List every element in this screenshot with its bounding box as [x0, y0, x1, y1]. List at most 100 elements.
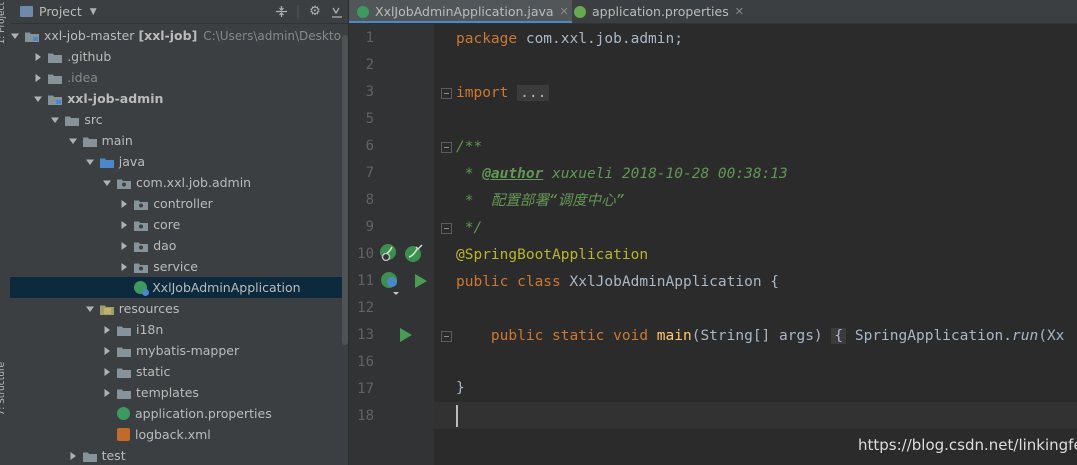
collapsed-arrow-icon[interactable] — [102, 346, 112, 356]
tree-item[interactable]: XxlJobAdminApplication — [10, 277, 348, 298]
tree-item-label: XxlJobAdminApplication — [152, 280, 301, 295]
spring-bean-icon[interactable] — [379, 243, 399, 263]
gear-icon[interactable]: ⚙ — [304, 0, 326, 23]
project-tree-scrollbar[interactable] — [342, 25, 348, 465]
collapse-all-icon[interactable] — [270, 0, 292, 23]
tree-item-label: logback.xml — [135, 427, 211, 442]
line-number: 6 — [365, 138, 374, 154]
collapsed-arrow-icon[interactable] — [33, 73, 43, 83]
tree-item-label: test — [101, 448, 126, 463]
tree-item[interactable]: service — [10, 256, 348, 277]
collapsed-arrow-icon[interactable] — [33, 52, 43, 62]
collapsed-arrow-icon[interactable] — [102, 325, 112, 335]
source-folder-icon — [99, 156, 114, 168]
project-panel: Project ▼ | ⚙ xxl-job-master [xxl-job] C:\… — [10, 0, 348, 465]
tree-item[interactable]: controller — [10, 193, 348, 214]
folded-method-body[interactable]: { — [831, 328, 847, 344]
collapsed-arrow-icon[interactable] — [119, 199, 129, 209]
run-icon[interactable] — [399, 327, 413, 343]
text-caret — [456, 405, 458, 427]
resources-folder-icon — [99, 303, 114, 315]
tree-item[interactable]: main — [10, 130, 348, 151]
tree-item[interactable]: dao — [10, 235, 348, 256]
collapsed-arrow-icon[interactable] — [119, 241, 129, 251]
xml-file-icon — [117, 428, 130, 441]
tree-item-label: controller — [153, 196, 213, 211]
expanded-arrow-icon[interactable] — [85, 304, 95, 314]
tree-item[interactable]: src — [10, 109, 348, 130]
spring-context-icon[interactable] — [379, 270, 403, 296]
run-icon[interactable] — [414, 273, 428, 289]
collapsed-arrow-icon[interactable] — [102, 388, 112, 398]
tree-item-label: dao — [153, 238, 177, 253]
tree-item-label: main — [101, 133, 133, 148]
tree-item[interactable]: core — [10, 214, 348, 235]
module-path: C:\Users\admin\Desktop\ — [203, 28, 348, 43]
folded-imports[interactable]: ... — [517, 85, 550, 101]
current-line-highlight — [434, 402, 1077, 429]
project-view-selector[interactable]: Project — [39, 4, 82, 19]
tree-item-label: resources — [118, 301, 180, 316]
module-name: [xxl-job] — [138, 28, 198, 43]
tree-item[interactable]: java — [10, 151, 348, 172]
close-icon[interactable]: ✕ — [735, 5, 744, 18]
tree-item[interactable]: resources — [10, 298, 348, 319]
expanded-arrow-icon[interactable] — [33, 94, 43, 104]
collapsed-arrow-icon[interactable] — [119, 220, 129, 230]
code-line-17: } — [456, 380, 465, 396]
folder-icon — [117, 366, 131, 378]
tree-item[interactable]: xxl-job-master [xxl-job] C:\Users\admin\De… — [10, 25, 348, 46]
tree-item[interactable]: com.xxl.job.admin — [10, 172, 348, 193]
editor-gutter[interactable]: 1 2 3 5 6 7 8 9 10 11 12 13 16 17 18 — [349, 24, 434, 465]
collapsed-arrow-icon[interactable] — [119, 262, 129, 272]
tree-item[interactable]: logback.xml — [10, 424, 348, 445]
expanded-arrow-icon[interactable] — [10, 31, 20, 41]
tree-item-label: .idea — [67, 70, 98, 85]
code-line-13: public static void main(String[] args) {… — [490, 328, 1065, 344]
hide-panel-icon[interactable] — [326, 0, 348, 23]
folder-icon — [117, 324, 131, 336]
spring-config-icon[interactable] — [404, 243, 424, 263]
code-line-6: /** — [456, 139, 483, 155]
package-icon — [117, 177, 131, 189]
spring-class-icon — [357, 5, 369, 18]
tree-item-label: com.xxl.job.admin — [136, 175, 252, 190]
expanded-arrow-icon[interactable] — [85, 157, 95, 167]
tab-application-properties[interactable]: application.properties ✕ — [564, 0, 754, 23]
tree-item[interactable]: templates — [10, 382, 348, 403]
tree-item[interactable]: .github — [10, 46, 348, 67]
line-number: 16 — [357, 354, 374, 370]
code-line-7: * @author xuxueli 2018-10-28 00:38:13 — [456, 166, 788, 182]
fold-marker-icon[interactable] — [441, 88, 452, 99]
tab-xxljobadminapplication[interactable]: XxlJobAdminApplication.java ✕ — [349, 0, 572, 23]
editor-tabs: XxlJobAdminApplication.java ✕ applicatio… — [349, 0, 1077, 24]
expanded-arrow-icon[interactable] — [102, 178, 112, 188]
watermark: https://blog.csdn.net/linkingfei — [858, 436, 1077, 454]
line-number: 5 — [365, 111, 374, 127]
tree-item[interactable]: test — [10, 445, 348, 465]
package-icon — [134, 240, 149, 252]
expanded-arrow-icon[interactable] — [50, 115, 60, 125]
chevron-down-icon[interactable]: ▼ — [90, 7, 97, 17]
code-editor[interactable]: package com.xxl.job.admin; import ... /*… — [434, 24, 1077, 465]
folder-icon — [117, 387, 131, 399]
fold-marker-icon[interactable] — [441, 331, 452, 342]
tree-item[interactable]: static — [10, 361, 348, 382]
package-icon — [134, 261, 149, 273]
tree-item[interactable]: xxl-job-admin — [10, 88, 348, 109]
tree-item[interactable]: mybatis-mapper — [10, 340, 348, 361]
collapsed-arrow-icon[interactable] — [68, 451, 78, 461]
code-line-10: @SpringBootApplication — [456, 247, 649, 263]
collapsed-arrow-icon[interactable] — [102, 367, 112, 377]
fold-marker-icon[interactable] — [441, 223, 452, 234]
expanded-arrow-icon[interactable] — [68, 136, 78, 146]
tree-item[interactable]: i18n — [10, 319, 348, 340]
tree-item[interactable]: .idea — [10, 67, 348, 88]
code-line-11: public class XxlJobAdminApplication { — [456, 274, 780, 290]
tree-item[interactable]: application.properties — [10, 403, 348, 424]
fold-marker-icon[interactable] — [441, 142, 452, 153]
tree-item-label: src — [84, 112, 103, 127]
tree-item-label: xxl-job-admin — [67, 91, 164, 106]
tree-item-label: templates — [136, 385, 199, 400]
